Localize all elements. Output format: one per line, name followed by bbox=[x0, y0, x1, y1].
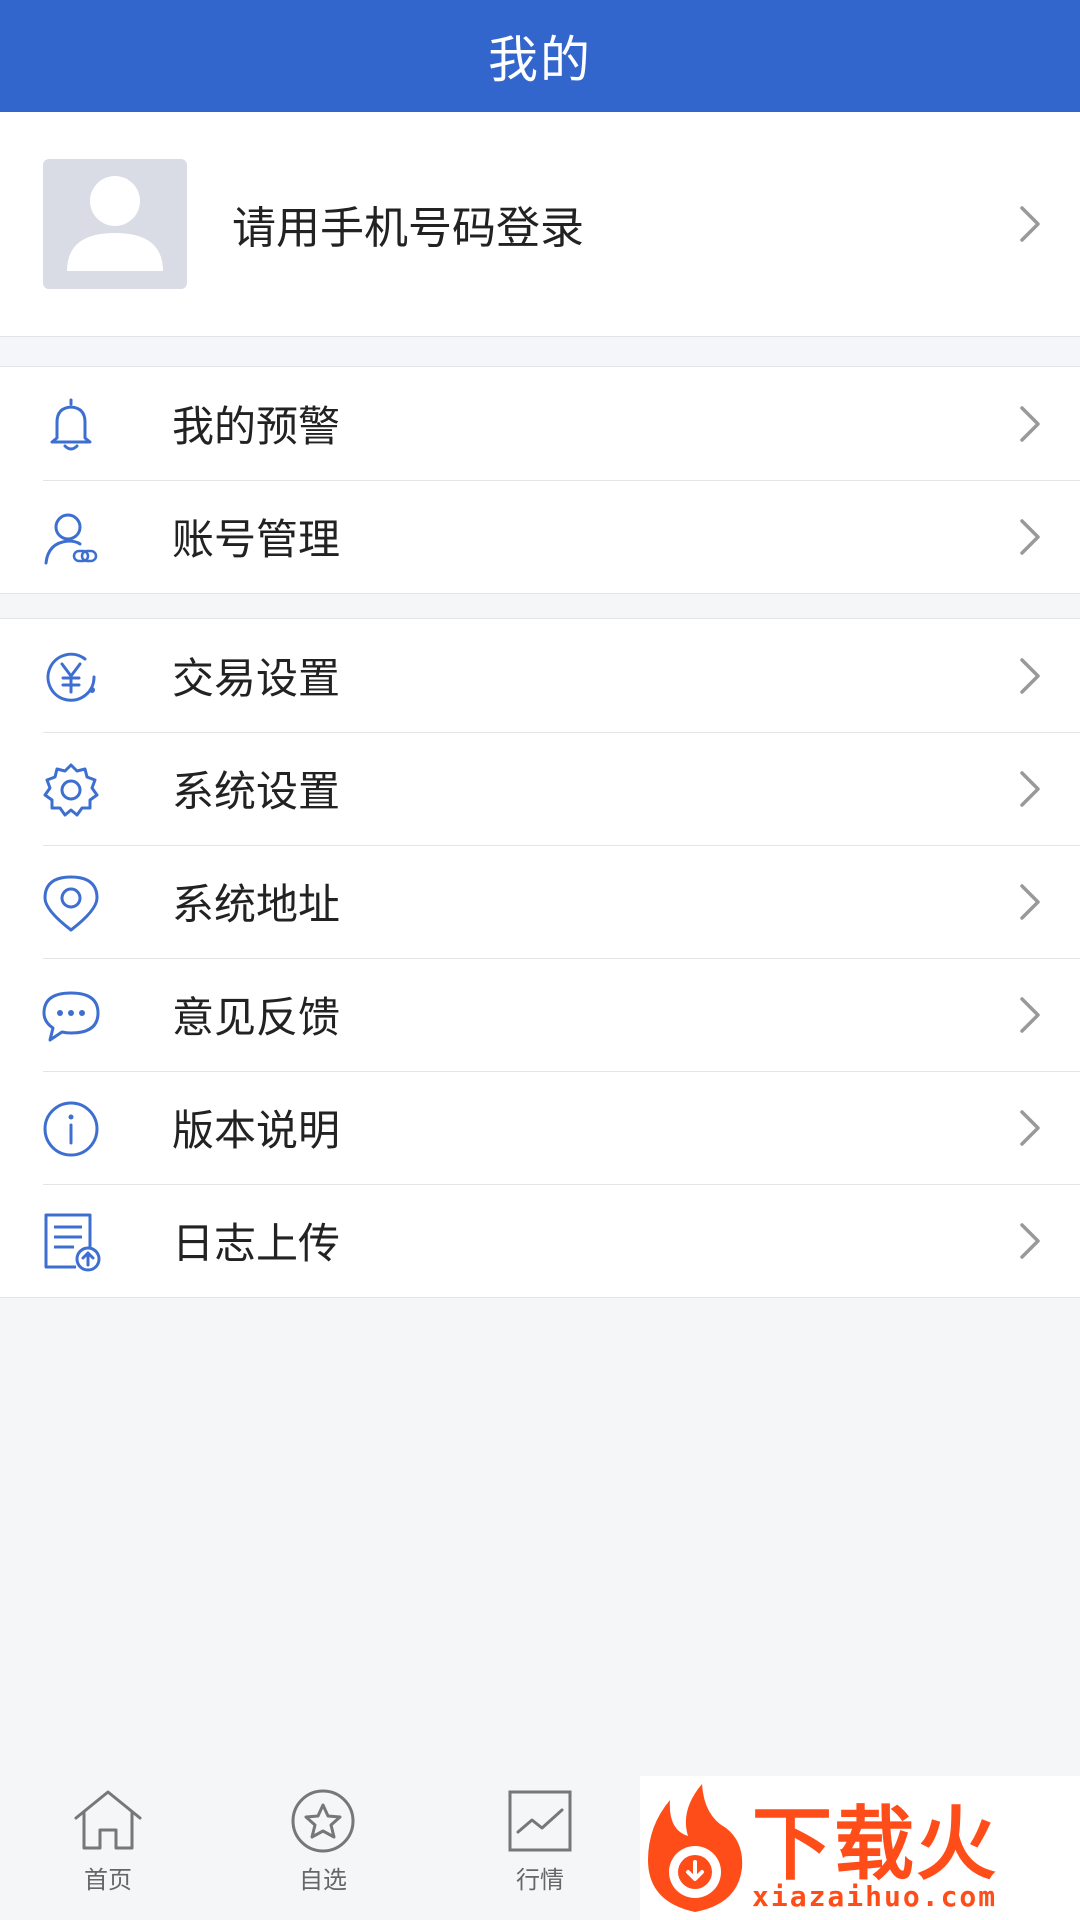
chevron-right-icon bbox=[1020, 771, 1040, 807]
chevron-right-icon bbox=[1020, 406, 1040, 442]
log-upload-icon bbox=[44, 1213, 101, 1272]
watermark: 下载火 xiazaihuo.com bbox=[640, 1776, 1080, 1920]
tab-home[interactable]: 首页 bbox=[38, 1788, 178, 1908]
chat-bubble-icon bbox=[42, 991, 100, 1042]
menu-item-label: 系统设置 bbox=[172, 767, 341, 816]
home-icon bbox=[74, 1790, 142, 1850]
user-link-icon bbox=[44, 513, 98, 565]
menu-section-alerts: 我的预警 账号管理 bbox=[0, 366, 1080, 594]
menu-item-system-settings[interactable]: 系统设置 bbox=[0, 732, 1080, 845]
chevron-right-icon bbox=[1020, 519, 1040, 555]
app-header: 我的 bbox=[0, 0, 1080, 112]
chevron-right-icon bbox=[1020, 1223, 1040, 1259]
chart-icon bbox=[508, 1790, 572, 1852]
menu-item-label: 意见反馈 bbox=[172, 993, 341, 1042]
avatar bbox=[43, 159, 187, 289]
chevron-right-icon bbox=[1020, 1110, 1040, 1146]
watermark-url: xiazaihuo.com bbox=[752, 1880, 998, 1913]
menu-item-account-management[interactable]: 账号管理 bbox=[0, 480, 1080, 593]
watermark-brand: 下载火 bbox=[752, 1798, 998, 1891]
menu-item-label: 账号管理 bbox=[172, 515, 341, 564]
menu-item-label: 版本说明 bbox=[172, 1106, 341, 1155]
menu-item-feedback[interactable]: 意见反馈 bbox=[0, 958, 1080, 1071]
gear-icon bbox=[43, 763, 99, 817]
tab-market[interactable]: 行情 bbox=[470, 1788, 610, 1908]
default-avatar-icon bbox=[67, 176, 163, 271]
flame-logo-icon bbox=[648, 1784, 743, 1912]
menu-item-log-upload[interactable]: 日志上传 bbox=[0, 1184, 1080, 1297]
menu-item-version-info[interactable]: 版本说明 bbox=[0, 1071, 1080, 1184]
chevron-right-icon bbox=[1020, 206, 1040, 242]
star-icon bbox=[291, 1789, 355, 1853]
menu-item-label: 交易设置 bbox=[172, 654, 341, 703]
yen-icon bbox=[46, 652, 96, 702]
page-title: 我的 bbox=[488, 31, 592, 89]
menu-item-label: 我的预警 bbox=[172, 402, 341, 451]
login-row[interactable]: 请用手机号码登录 bbox=[0, 112, 1080, 337]
menu-item-system-address[interactable]: 系统地址 bbox=[0, 845, 1080, 958]
chevron-right-icon bbox=[1020, 658, 1040, 694]
menu-item-label: 系统地址 bbox=[172, 880, 341, 929]
menu-section-settings: 交易设置 系统设置 系统地址 意见反馈 版本说明 日志上传 bbox=[0, 618, 1080, 1298]
chevron-right-icon bbox=[1020, 997, 1040, 1033]
info-icon bbox=[43, 1101, 99, 1157]
tab-label: 自选 bbox=[299, 1866, 347, 1894]
login-prompt: 请用手机号码登录 bbox=[232, 203, 584, 254]
menu-item-trade-settings[interactable]: 交易设置 bbox=[0, 619, 1080, 732]
tab-watchlist[interactable]: 自选 bbox=[253, 1788, 393, 1908]
tab-label: 首页 bbox=[84, 1866, 132, 1894]
menu-item-label: 日志上传 bbox=[172, 1219, 341, 1268]
chevron-right-icon bbox=[1020, 884, 1040, 920]
bell-icon bbox=[50, 398, 92, 451]
location-icon bbox=[43, 875, 99, 932]
tab-label: 行情 bbox=[516, 1866, 564, 1894]
menu-item-my-alerts[interactable]: 我的预警 bbox=[0, 367, 1080, 480]
